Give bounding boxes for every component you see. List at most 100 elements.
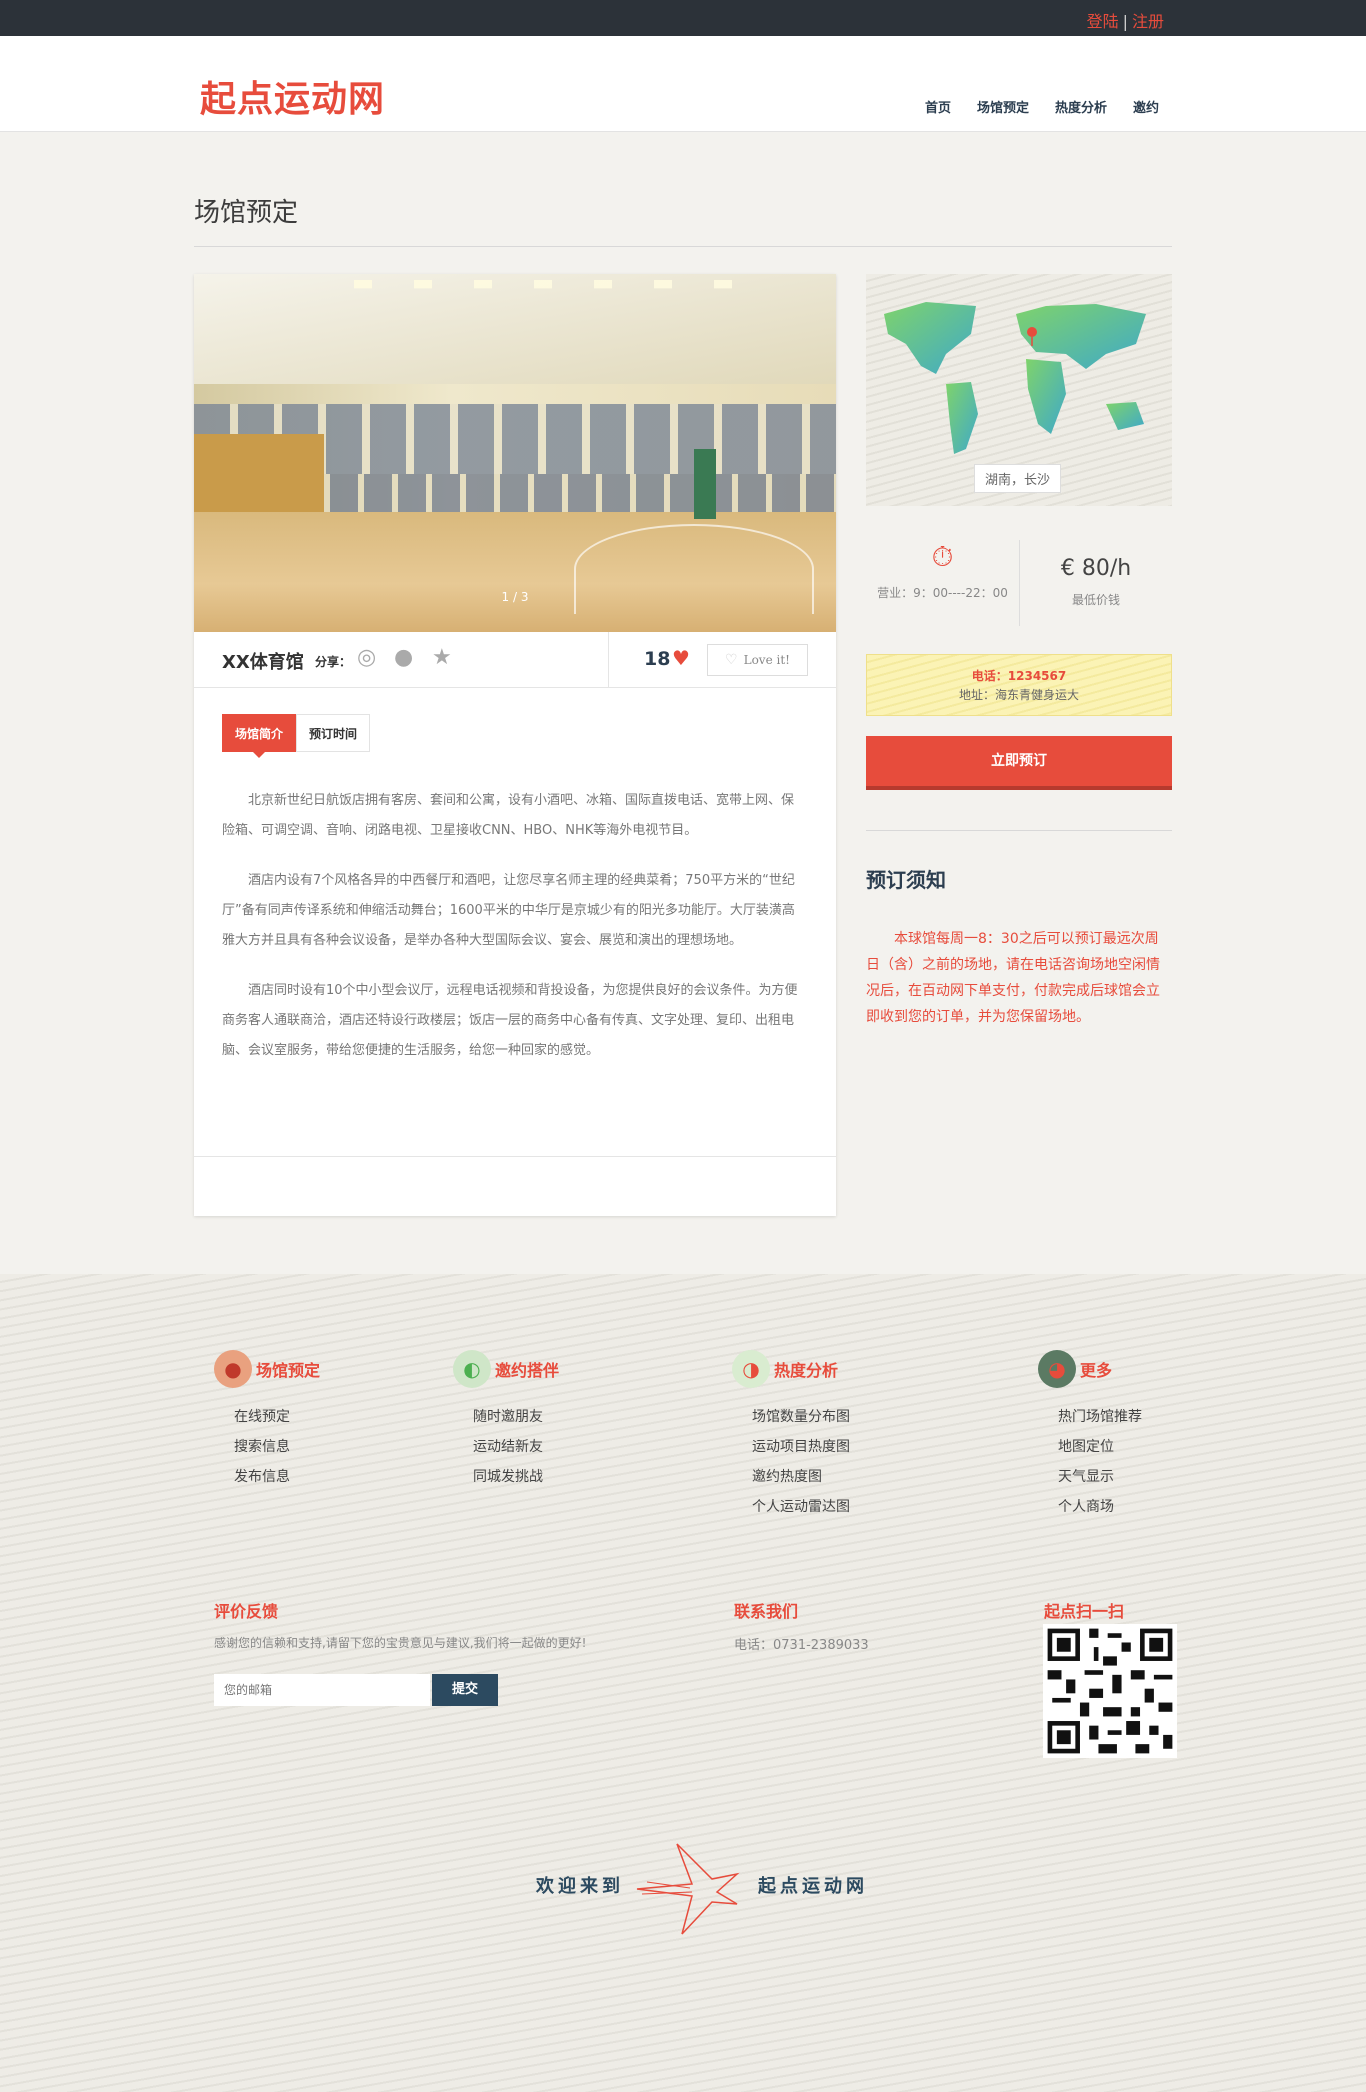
tab-intro[interactable]: 场馆简介 [222, 714, 297, 758]
qq-icon[interactable]: ● [394, 645, 413, 670]
star-icon[interactable]: ★ [432, 645, 452, 670]
site-header: 起点运动网 首页 场馆预定 热度分析 邀约 [0, 36, 1366, 132]
footer-link[interactable]: 天气显示 [1058, 1462, 1142, 1492]
contact-title: 联系我们 [734, 1602, 799, 1621]
weibo-icon[interactable]: ◎ [357, 645, 376, 670]
contact-phone: 电话：1234567 [971, 669, 1067, 683]
footer-link[interactable]: 个人运动雷达图 [752, 1492, 850, 1522]
notice-title: 预订须知 [866, 868, 946, 892]
welcome-text: 欢迎来到 [536, 1876, 624, 1897]
like-count: 18 [644, 648, 671, 670]
contact-address: 地址：海东青健身运大 [958, 688, 1079, 702]
email-input[interactable] [214, 1674, 430, 1706]
footer-link-list: 场馆数量分布图 运动项目热度图 邀约热度图 个人运动雷达图 [732, 1402, 850, 1522]
venue-tabs: 场馆简介 预订时间 [222, 714, 371, 758]
main-nav: 首页 场馆预定 热度分析 邀约 [925, 97, 1159, 116]
photo-hoop [694, 449, 716, 519]
footer-link[interactable]: 搜索信息 [234, 1432, 320, 1462]
footer-col-head: ◕ 更多 [1038, 1350, 1142, 1388]
feedback-title: 评价反馈 [214, 1602, 279, 1621]
price-value: € 80/h [1060, 556, 1132, 581]
footer-link[interactable]: 个人商场 [1058, 1492, 1142, 1522]
footer-link[interactable]: 在线预定 [234, 1402, 320, 1432]
footer-link[interactable]: 地图定位 [1058, 1432, 1142, 1462]
tennis-icon: ◐ [453, 1350, 491, 1388]
footer-col-title: 更多 [1080, 1361, 1113, 1380]
footer-col-head: ● 场馆预定 [214, 1350, 320, 1388]
venue-name: XX体育馆 [222, 652, 304, 673]
footer-col-title: 热度分析 [774, 1361, 839, 1380]
footer-col-head: ◑ 热度分析 [732, 1350, 850, 1388]
description-paragraph: 酒店内设有7个风格各异的中西餐厅和酒吧，让您尽享名师主理的经典菜肴；750平方米… [222, 873, 795, 948]
location-map[interactable]: 湖南，长沙 [866, 274, 1172, 506]
site-footer: ● 场馆预定 在线预定 搜索信息 发布信息 ◐ 邀约搭伴 随时邀朋友 运动结新友… [0, 1274, 1366, 2092]
venue-info-bar: XX体育馆 分享： ◎ ● ★ 18 ♥ ♡ Love it! [194, 632, 836, 688]
tab-booking-time[interactable]: 预订时间 [296, 714, 371, 752]
sidebar-divider [866, 830, 1172, 831]
footer-link[interactable]: 随时邀朋友 [473, 1402, 559, 1432]
footer-link[interactable]: 同城发挑战 [473, 1462, 559, 1492]
footer-brand: 起点运动网 [758, 1876, 868, 1897]
top-bar: 登陆 | 注册 [0, 0, 1366, 36]
footer-col-analysis: ◑ 热度分析 场馆数量分布图 运动项目热度图 邀约热度图 个人运动雷达图 [732, 1350, 850, 1522]
photo-wood-panel [194, 434, 324, 524]
footer-link[interactable]: 运动项目热度图 [752, 1432, 850, 1462]
footer-col-invite: ◐ 邀约搭伴 随时邀朋友 运动结新友 同城发挑战 [453, 1350, 559, 1492]
footer-link[interactable]: 运动结新友 [473, 1432, 559, 1462]
footer-col-title: 邀约搭伴 [495, 1361, 560, 1380]
heart-icon: ♥ [672, 646, 690, 670]
price-label: 最低价钱 [1071, 593, 1120, 607]
nav-analysis[interactable]: 热度分析 [1055, 97, 1107, 116]
hours-text: 营业：9：00----22：00 [877, 586, 1008, 600]
basketball-icon: ● [214, 1350, 252, 1388]
info-divider [608, 632, 609, 688]
notice-text: 本球馆每周一8：30之后可以预订最远次周日（含）之前的场地，请在电话咨询场地空闲… [866, 931, 1160, 1025]
footer-link-list: 随时邀朋友 运动结新友 同城发挑战 [453, 1402, 559, 1492]
auth-separator: | [1122, 12, 1128, 31]
slide-counter: 1 / 3 [501, 590, 529, 604]
footer-link[interactable]: 热门场馆推荐 [1058, 1402, 1142, 1432]
nav-home[interactable]: 首页 [925, 97, 951, 116]
price-block: € 80/h 最低价钱 [1020, 556, 1172, 608]
contact-phone-footer: 电话：0731-2389033 [734, 1638, 869, 1653]
globe-icon: ◕ [1038, 1350, 1076, 1388]
heart-outline-icon: ♡ [725, 652, 738, 668]
footer-link[interactable]: 邀约热度图 [752, 1462, 850, 1492]
nav-invite[interactable]: 邀约 [1133, 97, 1159, 116]
love-it-label: Love it! [743, 653, 790, 667]
description-paragraph: 酒店同时设有10个中小型会议厅，远程电话视频和背投设备，为您提供良好的会议条件。… [222, 983, 798, 1058]
auth-links: 登陆 | 注册 [1087, 8, 1164, 32]
book-now-button[interactable]: 立即预订 [866, 736, 1172, 790]
venue-photo-slider[interactable]: 1 / 3 [194, 274, 836, 632]
footer-col-more: ◕ 更多 热门场馆推荐 地图定位 天气显示 个人商场 [1038, 1350, 1142, 1522]
stopwatch-icon: ⏱ [931, 540, 954, 573]
footer-link-list: 在线预定 搜索信息 发布信息 [214, 1402, 320, 1492]
description-paragraph: 北京新世纪日航饭店拥有客房、套间和公寓，设有小酒吧、冰箱、国际直拨电话、宽带上网… [222, 793, 795, 838]
feedback-subtitle: 感谢您的信赖和支持,请留下您的宝贵意见与建议,我们将一起做的更好! [214, 1636, 587, 1650]
footer-col-head: ◐ 邀约搭伴 [453, 1350, 559, 1388]
footer-col-title: 场馆预定 [256, 1361, 321, 1380]
venue-card: 1 / 3 XX体育馆 分享： ◎ ● ★ 18 ♥ ♡ Love it! 场馆… [194, 274, 836, 1216]
love-it-button[interactable]: ♡ Love it! [707, 644, 808, 676]
swallow-logo-icon [636, 1843, 740, 1935]
site-logo[interactable]: 起点运动网 [200, 70, 385, 122]
footer-col-booking: ● 场馆预定 在线预定 搜索信息 发布信息 [214, 1350, 320, 1492]
venue-description: 北京新世纪日航饭店拥有客房、套间和公寓，设有小酒吧、冰箱、国际直拨电话、宽带上网… [222, 786, 800, 1086]
footer-link[interactable]: 发布信息 [234, 1462, 320, 1492]
qr-code-icon [1043, 1624, 1177, 1758]
page-title: 场馆预定 [194, 198, 299, 228]
contact-box: 电话：1234567 地址：海东青健身运大 [866, 654, 1172, 716]
qr-title: 起点扫一扫 [1044, 1602, 1125, 1621]
footer-link-list: 热门场馆推荐 地图定位 天气显示 个人商场 [1038, 1402, 1142, 1522]
login-link[interactable]: 登陆 [1087, 12, 1119, 31]
card-footer-divider [194, 1156, 836, 1157]
register-link[interactable]: 注册 [1132, 12, 1164, 31]
nav-booking[interactable]: 场馆预定 [977, 97, 1029, 116]
chart-icon: ◑ [732, 1350, 770, 1388]
title-divider [194, 246, 1172, 247]
footer-link[interactable]: 场馆数量分布图 [752, 1402, 850, 1432]
location-tag: 湖南，长沙 [974, 464, 1062, 493]
share-label: 分享： [315, 655, 352, 669]
opening-hours: ⏱ 营业：9：00----22：00 [866, 540, 1019, 630]
submit-button[interactable]: 提交 [432, 1674, 498, 1706]
